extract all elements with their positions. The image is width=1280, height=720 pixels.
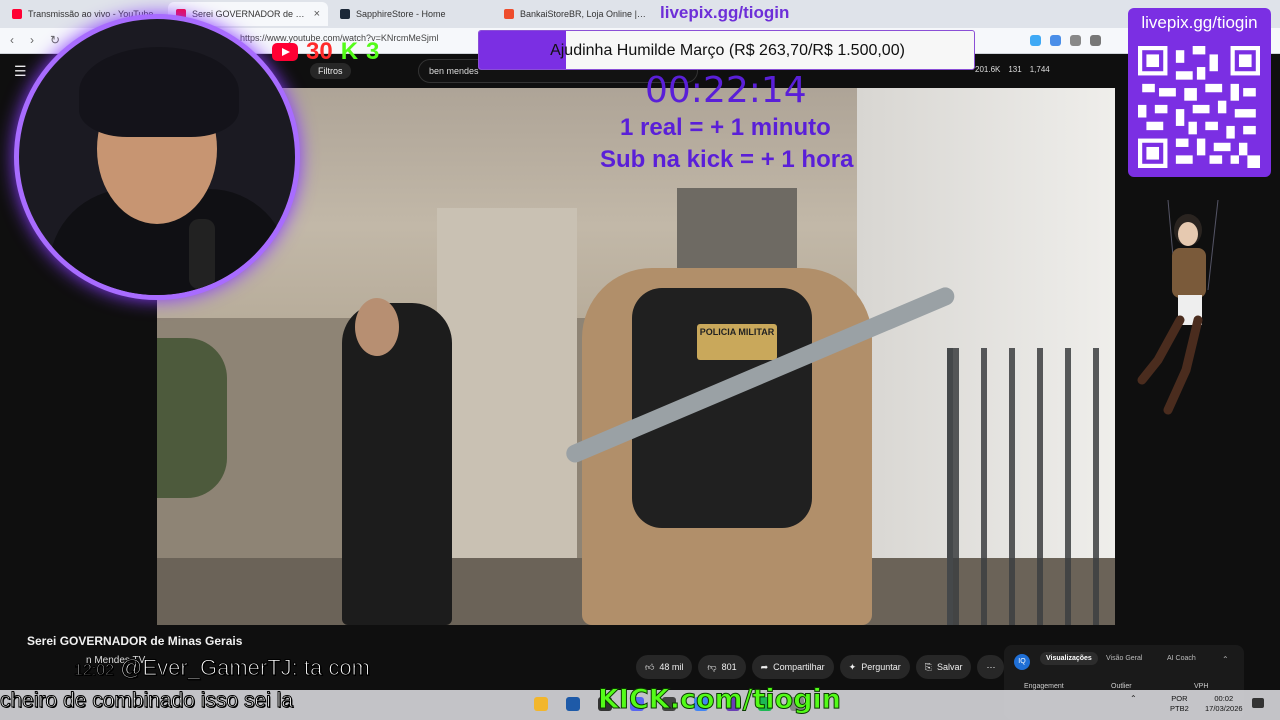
anime-character-icon (1137, 200, 1219, 415)
ask-label: Perguntar (861, 662, 901, 672)
youtube-logo-icon (272, 43, 298, 61)
qr-code-icon (1138, 44, 1260, 170)
chat-message-line-2: cheiro de combinado isso sei la (0, 689, 294, 713)
kick-logo-icon: K (340, 38, 359, 65)
panel-label: Outlier (1111, 683, 1132, 690)
share-label: Compartilhar (773, 662, 825, 672)
qr-title: livepix.gg/tiogin (1141, 13, 1258, 32)
tab-visualizacoes[interactable]: Visualizações (1040, 652, 1098, 665)
vidiq-stats: 201.6K 131 1,744 (975, 65, 1050, 74)
dislike-count: 801 (721, 662, 737, 672)
chat-message-line-1: 12:02 @Ever_GamerTJ: ta com (4, 655, 370, 681)
bookmark-icon: ⎘ (924, 661, 932, 672)
screen: Transmissão ao vivo - YouTube Serei GOVE… (0, 0, 1280, 720)
ask-button[interactable]: ✦ Perguntar (839, 655, 910, 679)
video-tree (157, 338, 227, 498)
file-explorer-icon[interactable] (534, 697, 548, 711)
thumbs-down-icon: 👎︎ (707, 661, 717, 672)
subathon-timer: 00:22:14 (645, 70, 807, 111)
steam-favicon-icon (340, 9, 350, 19)
app-icon[interactable] (566, 697, 580, 711)
police-badge: POLICIA MILITAR (697, 324, 777, 360)
video-person (342, 303, 452, 625)
streamer-hair (79, 47, 239, 137)
clock-time: 00:02 (1214, 694, 1234, 703)
kick-viewer-count: 3 (366, 38, 380, 65)
lang-code: POR (1171, 694, 1188, 703)
collapse-icon[interactable]: ⌃ (1222, 655, 1229, 664)
close-tab-icon[interactable]: × (314, 8, 320, 20)
menu-icon[interactable]: ☰ (14, 63, 27, 80)
clock-date: 17/03/2026 (1205, 704, 1243, 713)
sidebar-icon[interactable] (1090, 35, 1101, 46)
youtube-favicon-icon (12, 9, 22, 19)
system-tray: ⌃ (1130, 694, 1137, 703)
puzzle-icon[interactable] (1070, 35, 1081, 46)
thumbs-up-icon: 👍︎ (645, 661, 655, 672)
reload-icon[interactable]: ↻ (50, 33, 60, 47)
more-icon: ⋯ (986, 661, 996, 672)
livepix-qr-box: livepix.gg/tiogin (1128, 8, 1271, 177)
like-count: 48 mil (659, 662, 684, 672)
microphone (189, 219, 215, 289)
stat-value: 1,744 (1029, 65, 1050, 74)
tab-title: BankaiStoreBR, Loja Online | Shopee (520, 9, 648, 19)
share-button[interactable]: ➦ Compartilhar (751, 655, 834, 679)
stat-value: 201.6K (975, 65, 1001, 74)
livepix-top-label: livepix.gg/tiogin (660, 3, 790, 22)
viewer-counters: 30 K 3 (272, 38, 379, 66)
stat-value: 131 (1008, 65, 1022, 74)
video-title: Serei GOVERNADOR de Minas Gerais (27, 634, 243, 648)
more-button[interactable]: ⋯ (977, 655, 1005, 679)
save-button[interactable]: ⎘ Salvar (915, 655, 972, 679)
notification-icon[interactable] (1252, 698, 1264, 708)
tab-title: Serei GOVERNADOR de Minas (192, 9, 308, 19)
video-gate (947, 348, 1115, 625)
sparkle-icon: ✦ (848, 661, 857, 672)
save-label: Salvar (936, 662, 963, 672)
forward-icon[interactable]: › (30, 33, 34, 47)
like-button[interactable]: 👍︎ 48 mil (636, 655, 693, 679)
timer-rule-2: Sub na kick = + 1 hora (600, 146, 854, 173)
tab-ai-coach[interactable]: AI Coach (1167, 655, 1196, 662)
chat-time: 12:02 (73, 662, 115, 680)
video-actions: 👍︎ 48 mil 👎︎ 801 ➦ Compartilhar ✦ Perguntar … (636, 655, 1005, 679)
donation-goal-bar: Ajudinha Humilde Março (R$ 263,70/R$ 1.5… (478, 30, 975, 70)
vidiq-badge-icon: IQ (1014, 654, 1030, 670)
taskbar-clock[interactable]: 00:02 17/03/2026 (1205, 694, 1243, 714)
tab-visao-geral[interactable]: Visão Geral (1106, 655, 1142, 662)
language-indicator[interactable]: POR PTB2 (1170, 694, 1189, 714)
chevron-up-icon[interactable]: ⌃ (1130, 694, 1137, 703)
panel-label: VPH (1194, 683, 1209, 690)
tab-sapphirestore[interactable]: SapphireStore - Home (332, 2, 492, 26)
webcam-circle (14, 14, 300, 300)
dislike-button[interactable]: 👎︎ 801 (698, 655, 746, 679)
youtube-viewer-count: 30 (306, 38, 333, 65)
share-icon: ➦ (760, 661, 769, 672)
shopee-favicon-icon (504, 9, 514, 19)
panel-label: Engagement (1024, 683, 1064, 690)
timer-rule-1: 1 real = + 1 minuto (620, 114, 831, 141)
extension-icon[interactable] (1030, 35, 1041, 46)
lang-layout: PTB2 (1170, 704, 1189, 713)
video-person-head (355, 298, 399, 356)
filters-label: Filtros (318, 66, 343, 76)
extension-icon[interactable] (1050, 35, 1061, 46)
tab-shopee[interactable]: BankaiStoreBR, Loja Online | Shopee (496, 2, 656, 26)
tab-title: SapphireStore - Home (356, 9, 446, 19)
goal-text: Ajudinha Humilde Março (R$ 263,70/R$ 1.5… (550, 42, 905, 59)
kick-url: KICK.com/tiogin (597, 684, 842, 716)
chat-text: @Ever_GamerTJ: ta com (120, 655, 371, 681)
back-icon[interactable]: ‹ (10, 33, 14, 47)
